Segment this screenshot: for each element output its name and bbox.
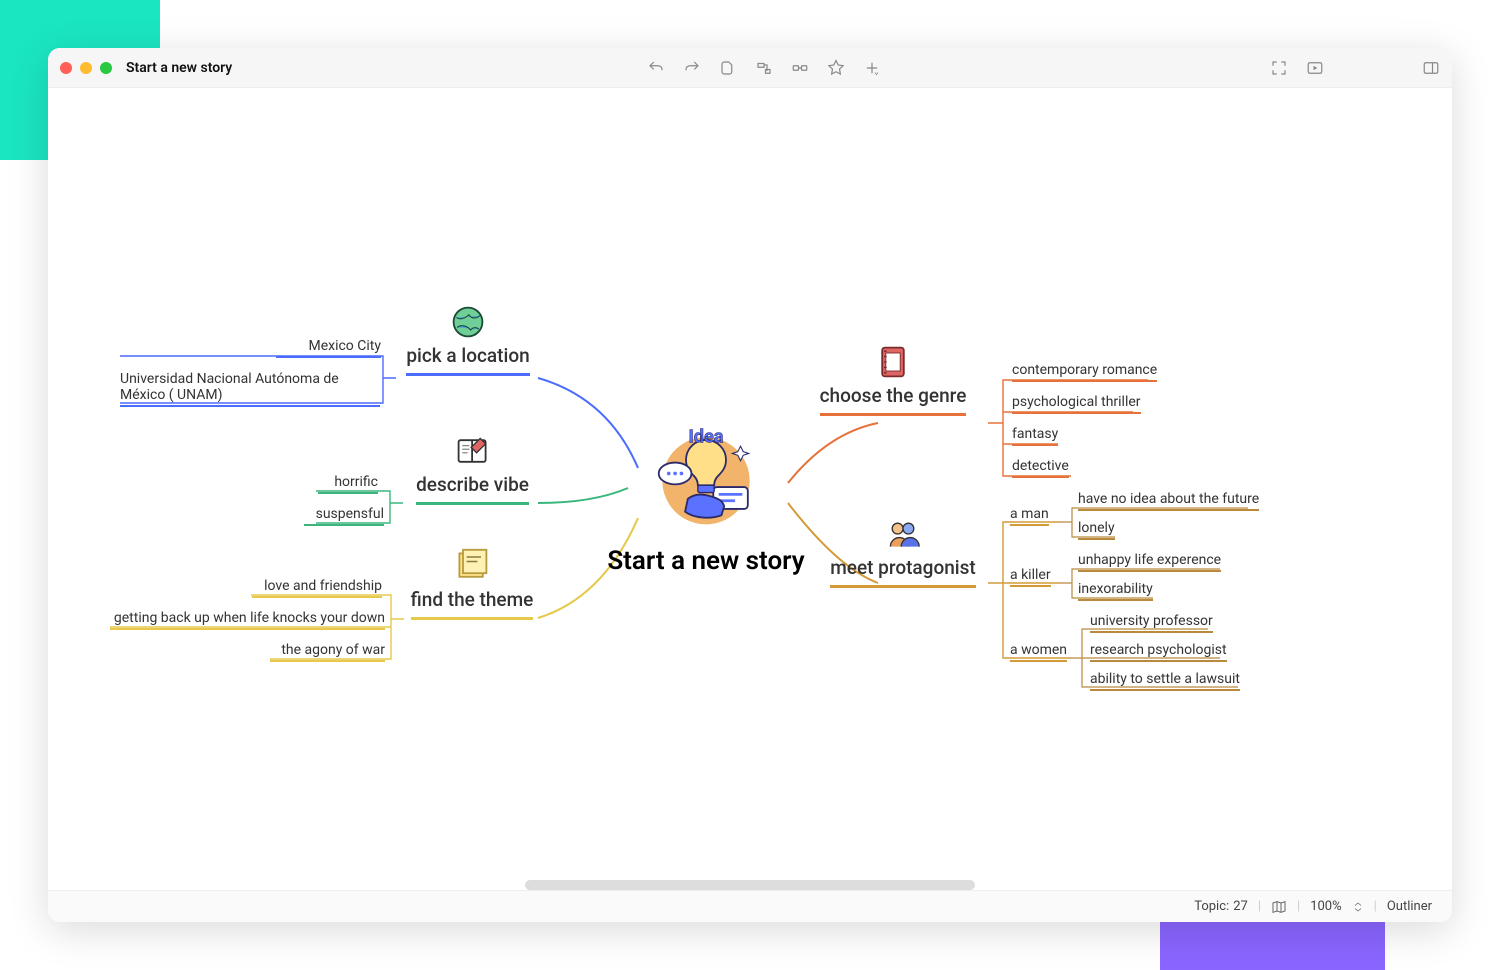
horizontal-scrollbar[interactable] bbox=[525, 880, 975, 890]
leaf-romance[interactable]: contemporary romance bbox=[1012, 362, 1157, 382]
idea-icon: Idea bbox=[651, 428, 761, 528]
leaf-detective[interactable]: detective bbox=[1012, 458, 1069, 478]
leaf-unhappy[interactable]: unhappy life experence bbox=[1078, 552, 1221, 572]
branch-theme-label: find the theme bbox=[411, 588, 534, 620]
zoom-value[interactable]: 100% bbox=[1310, 899, 1341, 914]
close-dot[interactable] bbox=[60, 62, 72, 74]
leaf-professor[interactable]: university professor bbox=[1090, 613, 1213, 633]
map-icon[interactable] bbox=[1271, 899, 1287, 915]
leaf-backup[interactable]: getting back up when life knocks your do… bbox=[110, 610, 385, 630]
branch-protagonist-label: meet protagonist bbox=[830, 556, 976, 588]
leaf-psychologist[interactable]: research psychologist bbox=[1090, 642, 1227, 662]
leaf-mexico[interactable]: Mexico City bbox=[276, 338, 381, 358]
traffic-lights[interactable] bbox=[60, 62, 112, 74]
statusbar: Topic: 27 | | 100% | Outliner bbox=[48, 890, 1452, 922]
leaf-suspensful[interactable]: suspensful bbox=[304, 506, 384, 526]
titlebar: Start a new story bbox=[48, 48, 1452, 88]
toolbar-center bbox=[647, 59, 881, 77]
notebook-icon bbox=[875, 344, 911, 380]
leaf-love[interactable]: love and friendship bbox=[252, 578, 382, 598]
window-title: Start a new story bbox=[126, 60, 232, 76]
sticky-note-icon bbox=[454, 548, 490, 584]
leaf-horrific[interactable]: horrific bbox=[318, 474, 378, 494]
leaf-thriller[interactable]: psychological thriller bbox=[1012, 394, 1141, 414]
add-icon[interactable] bbox=[863, 59, 881, 77]
branch-genre-label: choose the genre bbox=[820, 384, 967, 416]
leaf-war[interactable]: the agony of war bbox=[270, 642, 385, 662]
branch-theme[interactable]: find the theme bbox=[406, 548, 538, 620]
leaf-unam[interactable]: Universidad Nacional Autónoma de México … bbox=[120, 371, 380, 407]
people-icon bbox=[885, 516, 921, 552]
fullscreen-icon[interactable] bbox=[1270, 59, 1288, 77]
app-window: Start a new story bbox=[48, 48, 1452, 922]
minimize-dot[interactable] bbox=[80, 62, 92, 74]
toolbar-right bbox=[1270, 59, 1440, 77]
leaf-inexorability[interactable]: inexorability bbox=[1078, 581, 1153, 601]
canvas[interactable]: Idea Start a new story pick a location M… bbox=[48, 88, 1452, 890]
star-icon[interactable] bbox=[827, 59, 845, 77]
leaf-noidea[interactable]: have no idea about the future bbox=[1078, 491, 1259, 511]
sub-killer[interactable]: a killer bbox=[1010, 567, 1051, 587]
book-pen-icon bbox=[455, 433, 491, 469]
svg-text:Idea: Idea bbox=[688, 428, 723, 448]
redo-icon[interactable] bbox=[683, 59, 701, 77]
topic-count-label: Topic: bbox=[1194, 899, 1229, 914]
panel-icon[interactable] bbox=[1422, 59, 1440, 77]
present-icon[interactable] bbox=[1306, 59, 1324, 77]
branch-vibe[interactable]: describe vibe bbox=[405, 433, 540, 505]
topic-icon[interactable] bbox=[719, 59, 737, 77]
globe-icon bbox=[450, 304, 486, 340]
branch-genre[interactable]: choose the genre bbox=[798, 344, 988, 416]
maximize-dot[interactable] bbox=[100, 62, 112, 74]
outliner-button[interactable]: Outliner bbox=[1387, 899, 1432, 914]
undo-icon[interactable] bbox=[647, 59, 665, 77]
relationship-icon[interactable] bbox=[791, 59, 809, 77]
branch-location[interactable]: pick a location bbox=[398, 304, 538, 376]
central-label: Start a new story bbox=[576, 546, 836, 576]
branch-protagonist[interactable]: meet protagonist bbox=[818, 516, 988, 588]
zoom-stepper-icon[interactable] bbox=[1352, 899, 1364, 915]
branch-vibe-label: describe vibe bbox=[416, 473, 529, 505]
leaf-fantasy[interactable]: fantasy bbox=[1012, 426, 1058, 446]
leaf-lonely[interactable]: lonely bbox=[1078, 520, 1115, 540]
subtopic-icon[interactable] bbox=[755, 59, 773, 77]
sub-man[interactable]: a man bbox=[1010, 506, 1049, 526]
sub-women[interactable]: a women bbox=[1010, 642, 1067, 662]
branch-location-label: pick a location bbox=[406, 344, 529, 376]
topic-count-value: 27 bbox=[1233, 899, 1248, 914]
leaf-lawsuit[interactable]: ability to settle a lawsuit bbox=[1090, 671, 1240, 691]
central-topic[interactable]: Idea Start a new story bbox=[576, 428, 836, 576]
